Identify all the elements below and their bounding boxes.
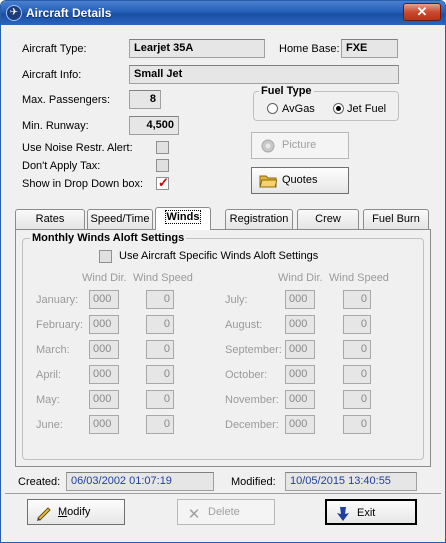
tab-winds[interactable]: Winds [155, 207, 211, 230]
close-button[interactable]: ✕ [403, 3, 441, 21]
created-field: 06/03/2002 01:07:19 [66, 472, 214, 491]
picture-button[interactable]: Picture [251, 132, 349, 159]
min-runway-label: Min. Runway: [22, 120, 89, 132]
aircraft-type-label: Aircraft Type: [22, 43, 87, 55]
app-icon: ✈ [6, 5, 22, 21]
right-month-label: September: [225, 344, 282, 356]
title-bar[interactable]: ✈ Aircraft Details ✕ [1, 1, 445, 25]
right-month-label: December: [225, 419, 279, 431]
right-month-label: October: [225, 369, 268, 381]
max-passengers-label: Max. Passengers: [22, 94, 111, 106]
right-wind-speed-field[interactable]: 0 [343, 390, 371, 409]
delete-x-icon: ✕ [187, 506, 201, 523]
aircraft-info-label: Aircraft Info: [22, 69, 82, 81]
noise-alert-checkbox[interactable] [156, 141, 169, 154]
left-month-label: February: [36, 319, 84, 331]
left-wind-dir-header: Wind Dir. [82, 272, 127, 284]
aircraft-info-field[interactable]: Small Jet [129, 65, 399, 84]
noise-alert-label: Use Noise Restr. Alert: [22, 142, 133, 154]
left-wind-speed-field[interactable]: 0 [146, 290, 174, 309]
right-wind-dir-field[interactable]: 000 [285, 290, 315, 309]
quotes-button[interactable]: Quotes [251, 167, 349, 194]
left-month-label: March: [36, 344, 70, 356]
avgas-label[interactable]: AvGas [282, 103, 315, 115]
left-wind-speed-header: Wind Speed [133, 272, 193, 284]
no-tax-label: Don't Apply Tax: [22, 160, 101, 172]
fuel-type-title: Fuel Type [259, 85, 314, 97]
left-month-label: June: [36, 419, 63, 431]
form-body: Aircraft Type: Learjet 35A Home Base: FX… [5, 27, 441, 539]
aircraft-type-field[interactable]: Learjet 35A [129, 39, 265, 58]
min-runway-field[interactable]: 4,500 [129, 116, 179, 135]
right-wind-dir-field[interactable]: 000 [285, 390, 315, 409]
pencil-icon [35, 505, 53, 521]
left-wind-speed-field[interactable]: 0 [146, 415, 174, 434]
jet-fuel-radio[interactable] [333, 103, 344, 114]
right-wind-speed-header: Wind Speed [329, 272, 389, 284]
modify-button[interactable]: Modify [27, 499, 125, 525]
right-wind-dir-field[interactable]: 000 [285, 315, 315, 334]
right-month-label: July: [225, 294, 248, 306]
jet-fuel-label[interactable]: Jet Fuel [347, 103, 386, 115]
show-dropdown-checkbox[interactable] [156, 175, 169, 191]
right-month-label: November: [225, 394, 279, 406]
winds-group-title: Monthly Winds Aloft Settings [30, 232, 187, 244]
window-title: Aircraft Details [26, 6, 112, 20]
winds-tab-panel: Monthly Winds Aloft Settings Use Aircraf… [15, 229, 431, 467]
left-wind-dir-field[interactable]: 000 [89, 365, 119, 384]
modified-label: Modified: [231, 476, 276, 488]
arrow-down-icon [334, 506, 352, 522]
left-month-label: April: [36, 369, 62, 381]
avgas-radio[interactable] [267, 103, 278, 114]
left-wind-dir-field[interactable]: 000 [89, 290, 119, 309]
exit-button[interactable]: Exit [325, 499, 417, 525]
left-wind-speed-field[interactable]: 0 [146, 390, 174, 409]
right-wind-dir-field[interactable]: 000 [285, 340, 315, 359]
right-wind-dir-field[interactable]: 000 [285, 415, 315, 434]
max-passengers-field[interactable]: 8 [129, 90, 161, 109]
show-dropdown-label: Show in Drop Down box: [22, 178, 144, 190]
aircraft-details-window: ✈ Aircraft Details ✕ Aircraft Type: Lear… [0, 0, 446, 543]
tab-strip: Rates Speed/Time Winds Registration Crew… [15, 207, 431, 230]
footer-divider [5, 493, 441, 494]
left-wind-speed-field[interactable]: 0 [146, 340, 174, 359]
right-wind-speed-field[interactable]: 0 [343, 340, 371, 359]
right-wind-speed-field[interactable]: 0 [343, 290, 371, 309]
left-month-label: May: [36, 394, 60, 406]
tab-speed-time[interactable]: Speed/Time [87, 209, 153, 229]
right-wind-dir-field[interactable]: 000 [285, 365, 315, 384]
use-specific-winds-label: Use Aircraft Specific Winds Aloft Settin… [119, 250, 319, 262]
picture-icon [259, 138, 277, 154]
left-wind-dir-field[interactable]: 000 [89, 415, 119, 434]
left-wind-speed-field[interactable]: 0 [146, 365, 174, 384]
left-wind-dir-field[interactable]: 000 [89, 340, 119, 359]
folder-icon [259, 173, 278, 189]
right-wind-dir-header: Wind Dir. [278, 272, 323, 284]
right-wind-speed-field[interactable]: 0 [343, 415, 371, 434]
home-base-label: Home Base: [279, 43, 340, 55]
modified-field: 10/05/2015 13:40:55 [285, 472, 417, 491]
tab-rates[interactable]: Rates [15, 209, 85, 229]
right-wind-speed-field[interactable]: 0 [343, 315, 371, 334]
left-wind-speed-field[interactable]: 0 [146, 315, 174, 334]
left-wind-dir-field[interactable]: 000 [89, 315, 119, 334]
left-month-label: January: [36, 294, 79, 306]
home-base-field[interactable]: FXE [341, 39, 398, 58]
tab-fuel-burn[interactable]: Fuel Burn [363, 209, 429, 229]
left-wind-dir-field[interactable]: 000 [89, 390, 119, 409]
created-label: Created: [18, 476, 61, 488]
tab-registration[interactable]: Registration [225, 209, 293, 229]
use-specific-winds-checkbox[interactable] [99, 250, 112, 263]
right-month-label: August: [225, 319, 263, 331]
right-wind-speed-field[interactable]: 0 [343, 365, 371, 384]
tab-crew[interactable]: Crew [297, 209, 359, 229]
no-tax-checkbox[interactable] [156, 159, 169, 172]
delete-button[interactable]: ✕ Delete [177, 499, 275, 525]
